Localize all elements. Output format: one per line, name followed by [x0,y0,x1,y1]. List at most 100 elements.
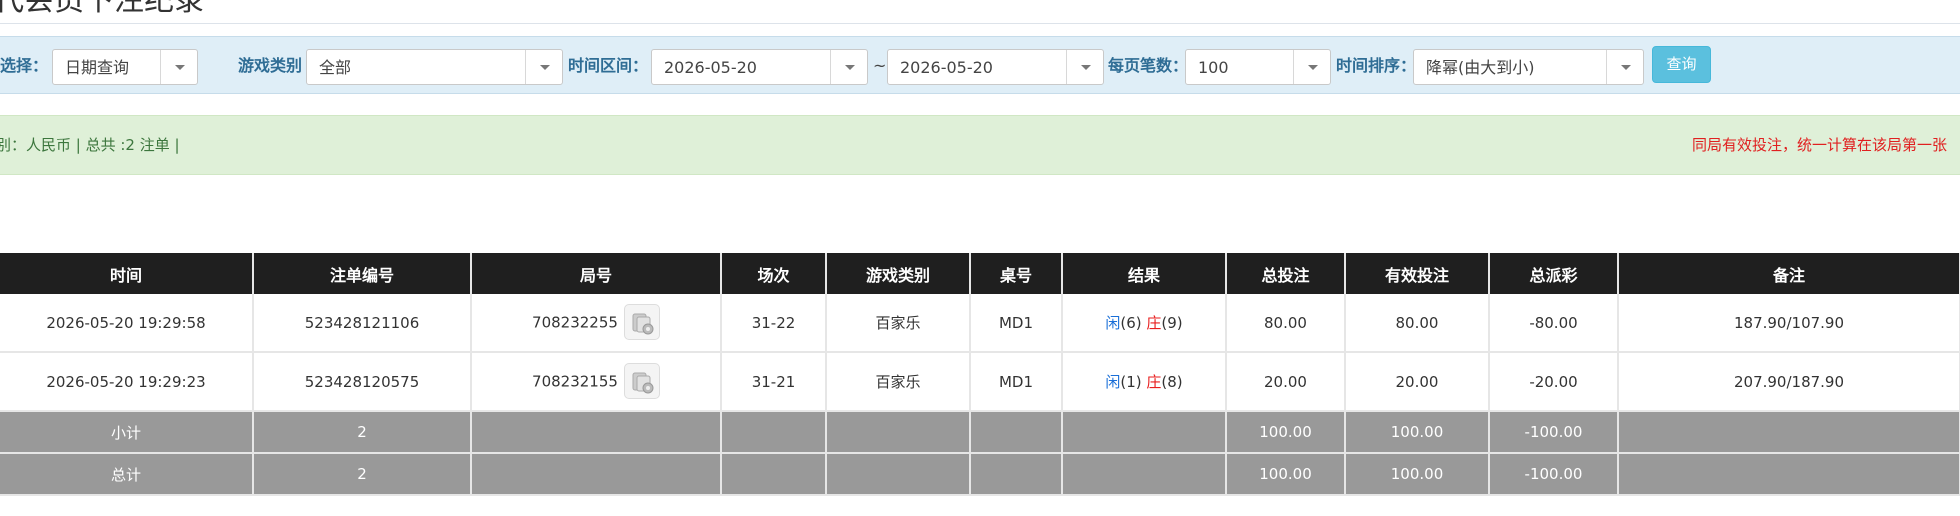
subtotal-label: 小计 [0,411,254,454]
game-type-value: 全部 [319,58,352,77]
cell-payout: -80.00 [1489,294,1619,353]
grand-total-label: 总计 [0,453,254,496]
subtotal-total-bet: 100.00 [1226,411,1346,454]
filter-bar: 选择： 日期查询 游戏类别 全部 时间区间： 2026-05-20 ~ 2026… [0,36,1960,94]
cell-total-bet[interactable]: 20.00 [1226,352,1346,412]
dropdown-toggle[interactable] [525,50,562,84]
date-from-value: 2026-05-20 [664,58,757,77]
caret-down-icon [1081,65,1091,70]
sort-value: 降幂(由大到小) [1426,58,1535,77]
cell-session: 31-22 [721,294,827,353]
card-detail-icon[interactable] [623,303,660,340]
banker-value: (8) [1161,373,1183,391]
time-range-label: 时间区间： [568,56,649,75]
summary-text: 别：人民币 | 总共 :2 注单 | [0,136,180,154]
caret-down-icon [540,65,550,70]
grand-total-row: 总计 2 100.00 100.00 -100.00 [0,453,1960,496]
sort-select[interactable]: 降幂(由大到小) [1413,49,1644,85]
bet-records-table: 时间 注单编号 局号 场次 游戏类别 桌号 结果 总投注 有效投注 总派彩 备注… [0,253,1960,496]
cell-table-no: MD1 [970,294,1063,353]
dropdown-toggle[interactable] [830,50,867,84]
sort-label: 时间排序： [1336,56,1417,75]
caret-down-icon [175,65,185,70]
player-label: 闲 [1105,314,1121,332]
dropdown-toggle[interactable] [1606,50,1643,84]
column-header: 总派彩 [1489,253,1619,294]
column-header: 有效投注 [1345,253,1490,294]
card-detail-icon[interactable] [623,362,660,399]
player-value: (6) [1120,314,1142,332]
subtotal-count: 2 [253,411,472,454]
cell-valid-bet: 80.00 [1345,294,1490,353]
date-separator: ~ [873,56,887,75]
table-header-row: 时间 注单编号 局号 场次 游戏类别 桌号 结果 总投注 有效投注 总派彩 备注 [0,253,1960,294]
column-header: 总投注 [1226,253,1346,294]
column-header: 游戏类别 [826,253,971,294]
empty-cell [721,453,827,496]
cell-total-bet[interactable]: 80.00 [1226,294,1346,353]
cell-time: 2026-05-20 19:29:58 [0,294,254,353]
column-header: 备注 [1618,253,1960,294]
subtotal-valid-bet: 100.00 [1345,411,1490,454]
column-header: 局号 [471,253,722,294]
game-type-select[interactable]: 全部 [306,49,563,85]
column-header: 结果 [1062,253,1227,294]
query-mode-select[interactable]: 日期查询 [52,49,198,85]
cell-game: 百家乐 [826,294,971,353]
empty-cell [471,411,722,454]
grand-total-count: 2 [253,453,472,496]
empty-cell [826,411,971,454]
player-value: (1) [1120,373,1142,391]
date-from-select[interactable]: 2026-05-20 [651,49,868,85]
banker-value: (9) [1161,314,1183,332]
cell-time: 2026-05-20 19:29:23 [0,352,254,412]
empty-cell [1618,453,1960,496]
table-row: 2026-05-20 19:29:58 523428121106 7082322… [0,294,1960,353]
caret-down-icon [845,65,855,70]
cell-session: 31-21 [721,352,827,412]
query-mode-value: 日期查询 [65,58,130,77]
empty-cell [471,453,722,496]
cell-valid-bet: 20.00 [1345,352,1490,412]
per-page-value: 100 [1198,58,1229,77]
round-no-text: 708232255 [532,313,618,331]
subtotal-row: 小计 2 100.00 100.00 -100.00 [0,411,1960,454]
empty-cell [970,411,1063,454]
table-row: 2026-05-20 19:29:23 523428120575 7082321… [0,352,1960,412]
empty-cell [721,411,827,454]
caret-down-icon [1308,65,1318,70]
dropdown-toggle[interactable] [1066,50,1103,84]
cell-game: 百家乐 [826,352,971,412]
empty-cell [1062,411,1227,454]
grand-total-total-bet: 100.00 [1226,453,1346,496]
round-no-text: 708232155 [532,372,618,390]
date-to-value: 2026-05-20 [900,58,993,77]
date-to-select[interactable]: 2026-05-20 [887,49,1104,85]
query-button[interactable]: 查询 [1652,46,1711,83]
column-header: 时间 [0,253,254,294]
page-title: 代会员下注纪录 [0,0,204,18]
cell-round-no: 708232155 [471,352,722,412]
empty-cell [1618,411,1960,454]
game-type-label: 游戏类别 [238,56,303,75]
empty-cell [826,453,971,496]
cell-round-no: 708232255 [471,294,722,353]
dropdown-toggle[interactable] [1293,50,1330,84]
per-page-select[interactable]: 100 [1185,49,1331,85]
banker-label: 庄 [1146,373,1162,391]
cell-remark: 207.90/187.90 [1618,352,1960,412]
empty-cell [970,453,1063,496]
notice-text: 同局有效投注，统一计算在该局第一张 [1692,136,1948,154]
column-header: 桌号 [970,253,1063,294]
banker-label: 庄 [1146,314,1162,332]
cell-table-no: MD1 [970,352,1063,412]
summary-alert: 别：人民币 | 总共 :2 注单 | 同局有效投注，统一计算在该局第一张 [0,115,1960,175]
cell-remark: 187.90/107.90 [1618,294,1960,353]
dropdown-toggle[interactable] [160,50,197,84]
column-header: 注单编号 [253,253,472,294]
select-label: 选择： [0,56,49,75]
column-header: 场次 [721,253,827,294]
empty-cell [1062,453,1227,496]
cell-bet-no: 523428121106 [253,294,472,353]
cell-result: 闲(1) 庄(8) [1062,352,1227,412]
